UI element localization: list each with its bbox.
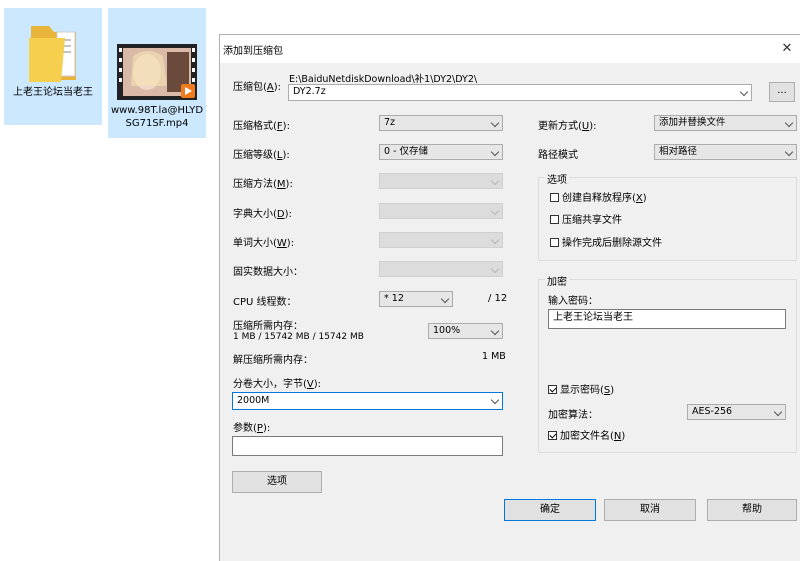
dialog-title: 添加到压缩包 (223, 46, 283, 57)
volume-label: 分卷大小，字节(V): (233, 379, 322, 390)
title-bar: 添加到压缩包 ✕ (220, 35, 800, 63)
update-label: 更新方式(U): (538, 121, 597, 132)
close-icon[interactable]: ✕ (775, 37, 799, 61)
cancel-button[interactable]: 取消 (604, 499, 696, 521)
format-combo[interactable]: 7z (379, 115, 503, 131)
show-password-checkbox[interactable]: 显示密码(S) (548, 385, 614, 397)
shared-files-checkbox-box[interactable] (550, 215, 559, 224)
browse-button[interactable]: ... (769, 82, 795, 102)
desktop-video-file[interactable]: www.98T.la@HLYDSG71SF.mp4 (108, 8, 206, 138)
encrypt-names-checkbox-box[interactable] (548, 431, 557, 440)
cpu-total: / 12 (488, 293, 508, 304)
folder-icon (23, 16, 83, 86)
encryption-group-title: 加密 (545, 273, 569, 288)
folder-label: 上老王论坛当老王 (13, 87, 93, 98)
cpu-combo[interactable]: * 12 (379, 291, 453, 307)
word-label: 单词大小(W): (233, 238, 295, 249)
mem-detail: 1 MB / 15742 MB / 15742 MB (233, 332, 364, 342)
update-combo[interactable]: 添加并替换文件 (654, 115, 797, 131)
archive-label: 压缩包(A): (233, 82, 282, 93)
word-combo[interactable] (379, 232, 503, 248)
encrypt-names-checkbox[interactable]: 加密文件名(N) (548, 431, 625, 443)
method-label: 压缩方法(M): (233, 179, 293, 190)
video-thumbnail-icon (117, 44, 197, 100)
mem-label: 压缩所需内存： (233, 321, 303, 332)
params-input[interactable] (232, 436, 503, 456)
enc-method-combo[interactable]: AES-256 (687, 404, 786, 420)
solid-combo[interactable] (379, 261, 503, 277)
password-input[interactable]: 上老王论坛当老王 (548, 309, 786, 329)
video-label: www.98T.la@HLYDSG71SF.mp4 (110, 105, 204, 129)
path-mode-combo[interactable]: 相对路径 (654, 144, 797, 160)
add-to-archive-dialog: 添加到压缩包 ✕ 压缩包(A): E:\BaiduNetdiskDownload… (219, 34, 800, 561)
archive-name-combo[interactable]: DY2.7z (288, 84, 752, 101)
archive-name-value: DY2.7z (293, 86, 326, 97)
volume-combo[interactable]: 2000M (232, 392, 503, 410)
enc-method-label: 加密算法： (548, 410, 598, 421)
password-label: 输入密码： (548, 296, 598, 307)
decomp-label: 解压缩所需内存： (233, 355, 313, 366)
format-label: 压缩格式(F): (233, 121, 290, 132)
delete-after-checkbox[interactable]: 操作完成后删除源文件 (550, 238, 662, 250)
dict-combo[interactable] (379, 203, 503, 219)
dict-label: 字典大小(D): (233, 209, 292, 220)
sfx-checkbox[interactable]: 创建自释放程序(X) (550, 193, 647, 205)
ok-button[interactable]: 确定 (504, 499, 596, 521)
show-password-checkbox-box[interactable] (548, 385, 557, 394)
desktop-folder-icon[interactable]: 上老王论坛当老王 (4, 8, 102, 125)
sfx-checkbox-box[interactable] (550, 193, 559, 202)
help-button[interactable]: 帮助 (707, 499, 797, 521)
options-button[interactable]: 选项 (232, 471, 322, 493)
mem-percent-combo[interactable]: 100% (428, 323, 503, 339)
options-group-title: 选项 (545, 171, 569, 186)
level-combo[interactable]: 0 - 仅存储 (379, 144, 503, 160)
method-combo[interactable] (379, 173, 503, 189)
path-mode-label: 路径模式 (538, 150, 578, 161)
params-label: 参数(P): (233, 423, 271, 434)
decomp-value: 1 MB (482, 351, 506, 362)
level-label: 压缩等级(L): (233, 150, 290, 161)
delete-after-checkbox-box[interactable] (550, 238, 559, 247)
archive-path: E:\BaiduNetdiskDownload\补1\DY2\DY2\ (289, 74, 478, 85)
solid-label: 固实数据大小： (233, 267, 303, 278)
cpu-label: CPU 线程数： (233, 297, 297, 308)
shared-files-checkbox[interactable]: 压缩共享文件 (550, 215, 622, 227)
